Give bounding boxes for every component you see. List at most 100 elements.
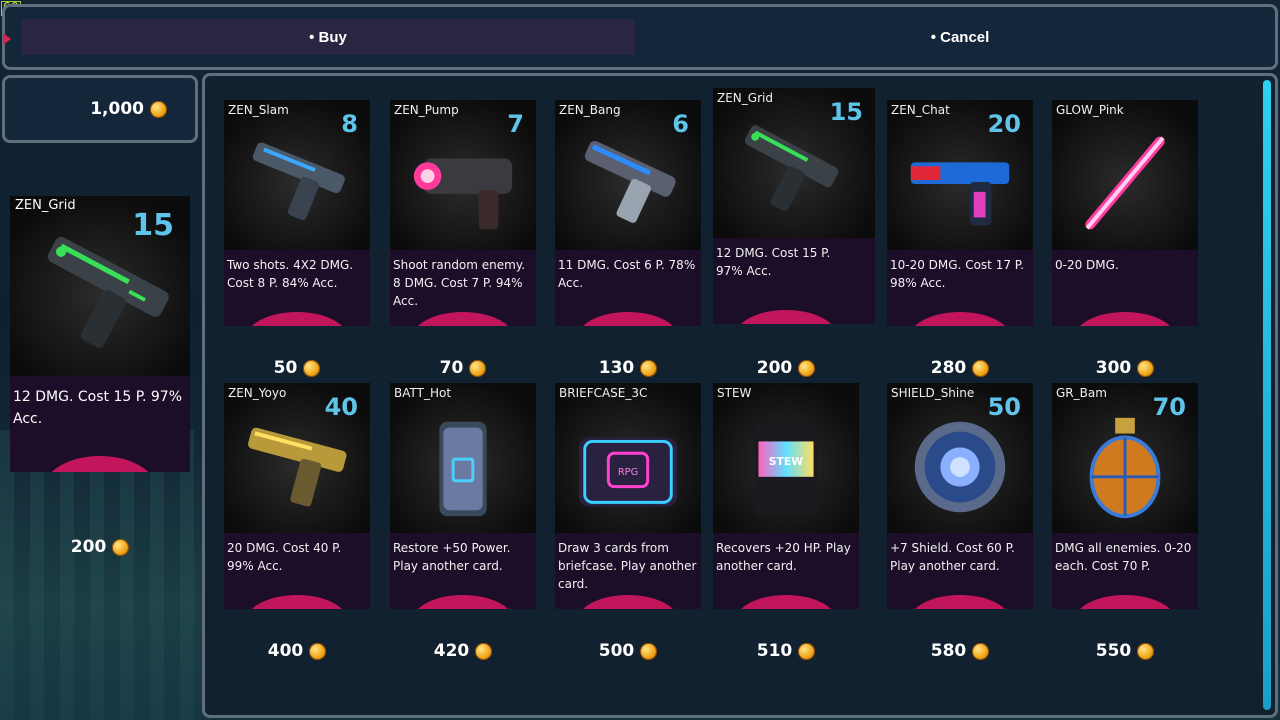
card-art: STEW (713, 383, 859, 533)
card-arc-decoration (1075, 312, 1175, 326)
card-description: 0-20 DMG. (1055, 258, 1119, 272)
card-cost: 20 (987, 110, 1021, 138)
card-price: 400 (224, 641, 370, 661)
card-name: BRIEFCASE_3C (559, 386, 648, 400)
card-price: 130 (555, 358, 701, 378)
shop-card[interactable]: ZEN_Grid 15 12 DMG. Cost 15 P. 97% Acc. (713, 88, 875, 324)
card-description: 12 DMG. Cost 15 P. 97% Acc. (716, 246, 831, 278)
card-price-value: 50 (273, 358, 298, 378)
shop-card[interactable]: GLOW_Pink 0-20 DMG. (1052, 100, 1198, 326)
card-arc-decoration (910, 595, 1010, 609)
card-price: 300 (1052, 358, 1198, 378)
card-price-value: 70 (439, 358, 464, 378)
shop-scrollbar[interactable] (1263, 80, 1271, 710)
shop-card[interactable]: ZEN_Yoyo 40 20 DMG. Cost 40 P. 99% Acc. (224, 383, 370, 609)
card-price: 580 (887, 641, 1033, 661)
card-arc-decoration (736, 595, 836, 609)
coin-icon (309, 642, 327, 660)
card-name: GR_Bam (1056, 386, 1107, 400)
card-price: 510 (713, 641, 859, 661)
shop-card[interactable]: ZEN_Bang 6 11 DMG. Cost 6 P. 78% Acc. (555, 100, 701, 326)
card-cost: 70 (1152, 393, 1186, 421)
card-description: Two shots. 4X2 DMG. Cost 8 P. 84% Acc. (227, 258, 354, 290)
coin-icon (150, 100, 167, 118)
coin-icon (972, 642, 990, 660)
shop-card[interactable]: ZEN_Pump 7 Shoot random enemy. 8 DMG. Cost… (390, 100, 536, 326)
coin-icon (112, 538, 130, 556)
coin-icon (1137, 642, 1155, 660)
shop-card[interactable]: BATT_Hot Restore +50 Power. Play another … (390, 383, 536, 609)
selected-card-price: 200 (10, 537, 190, 557)
card-description: 20 DMG. Cost 40 P. 99% Acc. (227, 541, 342, 573)
card-description: Recovers +20 HP. Play another card. (716, 541, 851, 573)
selection-cursor-icon (3, 33, 11, 45)
card-arc-decoration (413, 312, 513, 326)
card-name: ZEN_Grid (717, 91, 773, 105)
selected-card-description: 12 DMG. Cost 15 P. 97% Acc. (13, 389, 182, 427)
shop-card[interactable]: RPG BRIEFCASE_3C Draw 3 cards from briefca… (555, 383, 701, 609)
card-description: Draw 3 cards from briefcase. Play anothe… (558, 541, 697, 591)
card-price: 420 (390, 641, 536, 661)
cancel-button[interactable]: • Cancel (655, 19, 1265, 55)
card-cost: 50 (987, 393, 1021, 421)
wallet-display: 1,000 (2, 75, 198, 143)
card-description: 11 DMG. Cost 6 P. 78% Acc. (558, 258, 696, 290)
card-name: ZEN_Pump (394, 103, 459, 117)
wallet-amount: 1,000 (90, 99, 144, 119)
background-city (0, 430, 210, 720)
coin-icon (640, 359, 658, 377)
card-price: 50 (224, 358, 370, 378)
card-art (1052, 100, 1198, 250)
shop-card[interactable]: SHIELD_Shine 50 +7 Shield. Cost 60 P. Play… (887, 383, 1033, 609)
coin-icon (303, 359, 321, 377)
coin-icon (798, 642, 816, 660)
red-blue-pistol-icon (910, 162, 1010, 226)
card-description: DMG all enemies. 0-20 each. Cost 70 P. (1055, 541, 1192, 573)
selected-price-value: 200 (70, 537, 107, 557)
coin-icon (469, 359, 487, 377)
shop-card[interactable]: STEW STEW Recovers +20 HP. Play another ca… (713, 383, 859, 609)
green-pistol-icon (47, 236, 169, 348)
card-price: 70 (390, 358, 536, 378)
svg-text:RPG: RPG (618, 467, 638, 478)
blue-laser-pistol-icon (584, 141, 676, 223)
coin-icon (475, 642, 493, 660)
shop-card[interactable]: GR_Bam 70 DMG all enemies. 0-20 each. Cost… (1052, 383, 1198, 609)
buy-button[interactable]: • Buy (21, 19, 635, 55)
card-cost: 7 (507, 110, 524, 138)
card-price-value: 300 (1095, 358, 1132, 378)
card-price-value: 130 (598, 358, 635, 378)
selected-card-preview: ZEN_Grid 15 12 DMG. Cost 15 P. 97% Acc. (10, 196, 190, 472)
card-cost: 40 (324, 393, 358, 421)
card-description: 10-20 DMG. Cost 17 P. 98% Acc. (890, 258, 1024, 290)
card-description: Restore +50 Power. Play another card. (393, 541, 511, 573)
shop-card[interactable]: ZEN_Slam 8 Two shots. 4X2 DMG. Cost 8 P. 8… (224, 100, 370, 326)
card-price-value: 510 (756, 641, 793, 661)
card-arc-decoration (578, 595, 678, 609)
card-arc-decoration (45, 456, 155, 472)
action-bar: • Buy • Cancel (2, 4, 1278, 70)
card-description: +7 Shield. Cost 60 P. Play another card. (890, 541, 1015, 573)
card-cost: 6 (672, 110, 689, 138)
shop-card[interactable]: ZEN_Chat 20 10-20 DMG. Cost 17 P. 98% Acc. (887, 100, 1033, 326)
card-name: STEW (717, 386, 752, 400)
card-name: ZEN_Yoyo (228, 386, 287, 400)
card-art (390, 383, 536, 533)
pink-glow-blade-icon (1085, 136, 1165, 230)
card-price: 280 (887, 358, 1033, 378)
card-arc-decoration (578, 312, 678, 326)
svg-text:STEW: STEW (769, 455, 804, 468)
card-arc-decoration (910, 312, 1010, 326)
card-arc-decoration (247, 595, 347, 609)
card-description: Shoot random enemy. 8 DMG. Cost 7 P. 94%… (393, 258, 526, 308)
card-price-value: 500 (598, 641, 635, 661)
battery-icon (439, 421, 487, 517)
card-price-value: 550 (1095, 641, 1132, 661)
briefcase-icon: RPG (578, 437, 678, 507)
selected-card-cost: 15 (132, 208, 174, 243)
card-name: ZEN_Chat (891, 103, 950, 117)
blue-pistol-icon (252, 142, 345, 221)
coin-icon (798, 359, 816, 377)
selected-card-name: ZEN_Grid (15, 198, 76, 213)
coin-icon (1137, 359, 1155, 377)
